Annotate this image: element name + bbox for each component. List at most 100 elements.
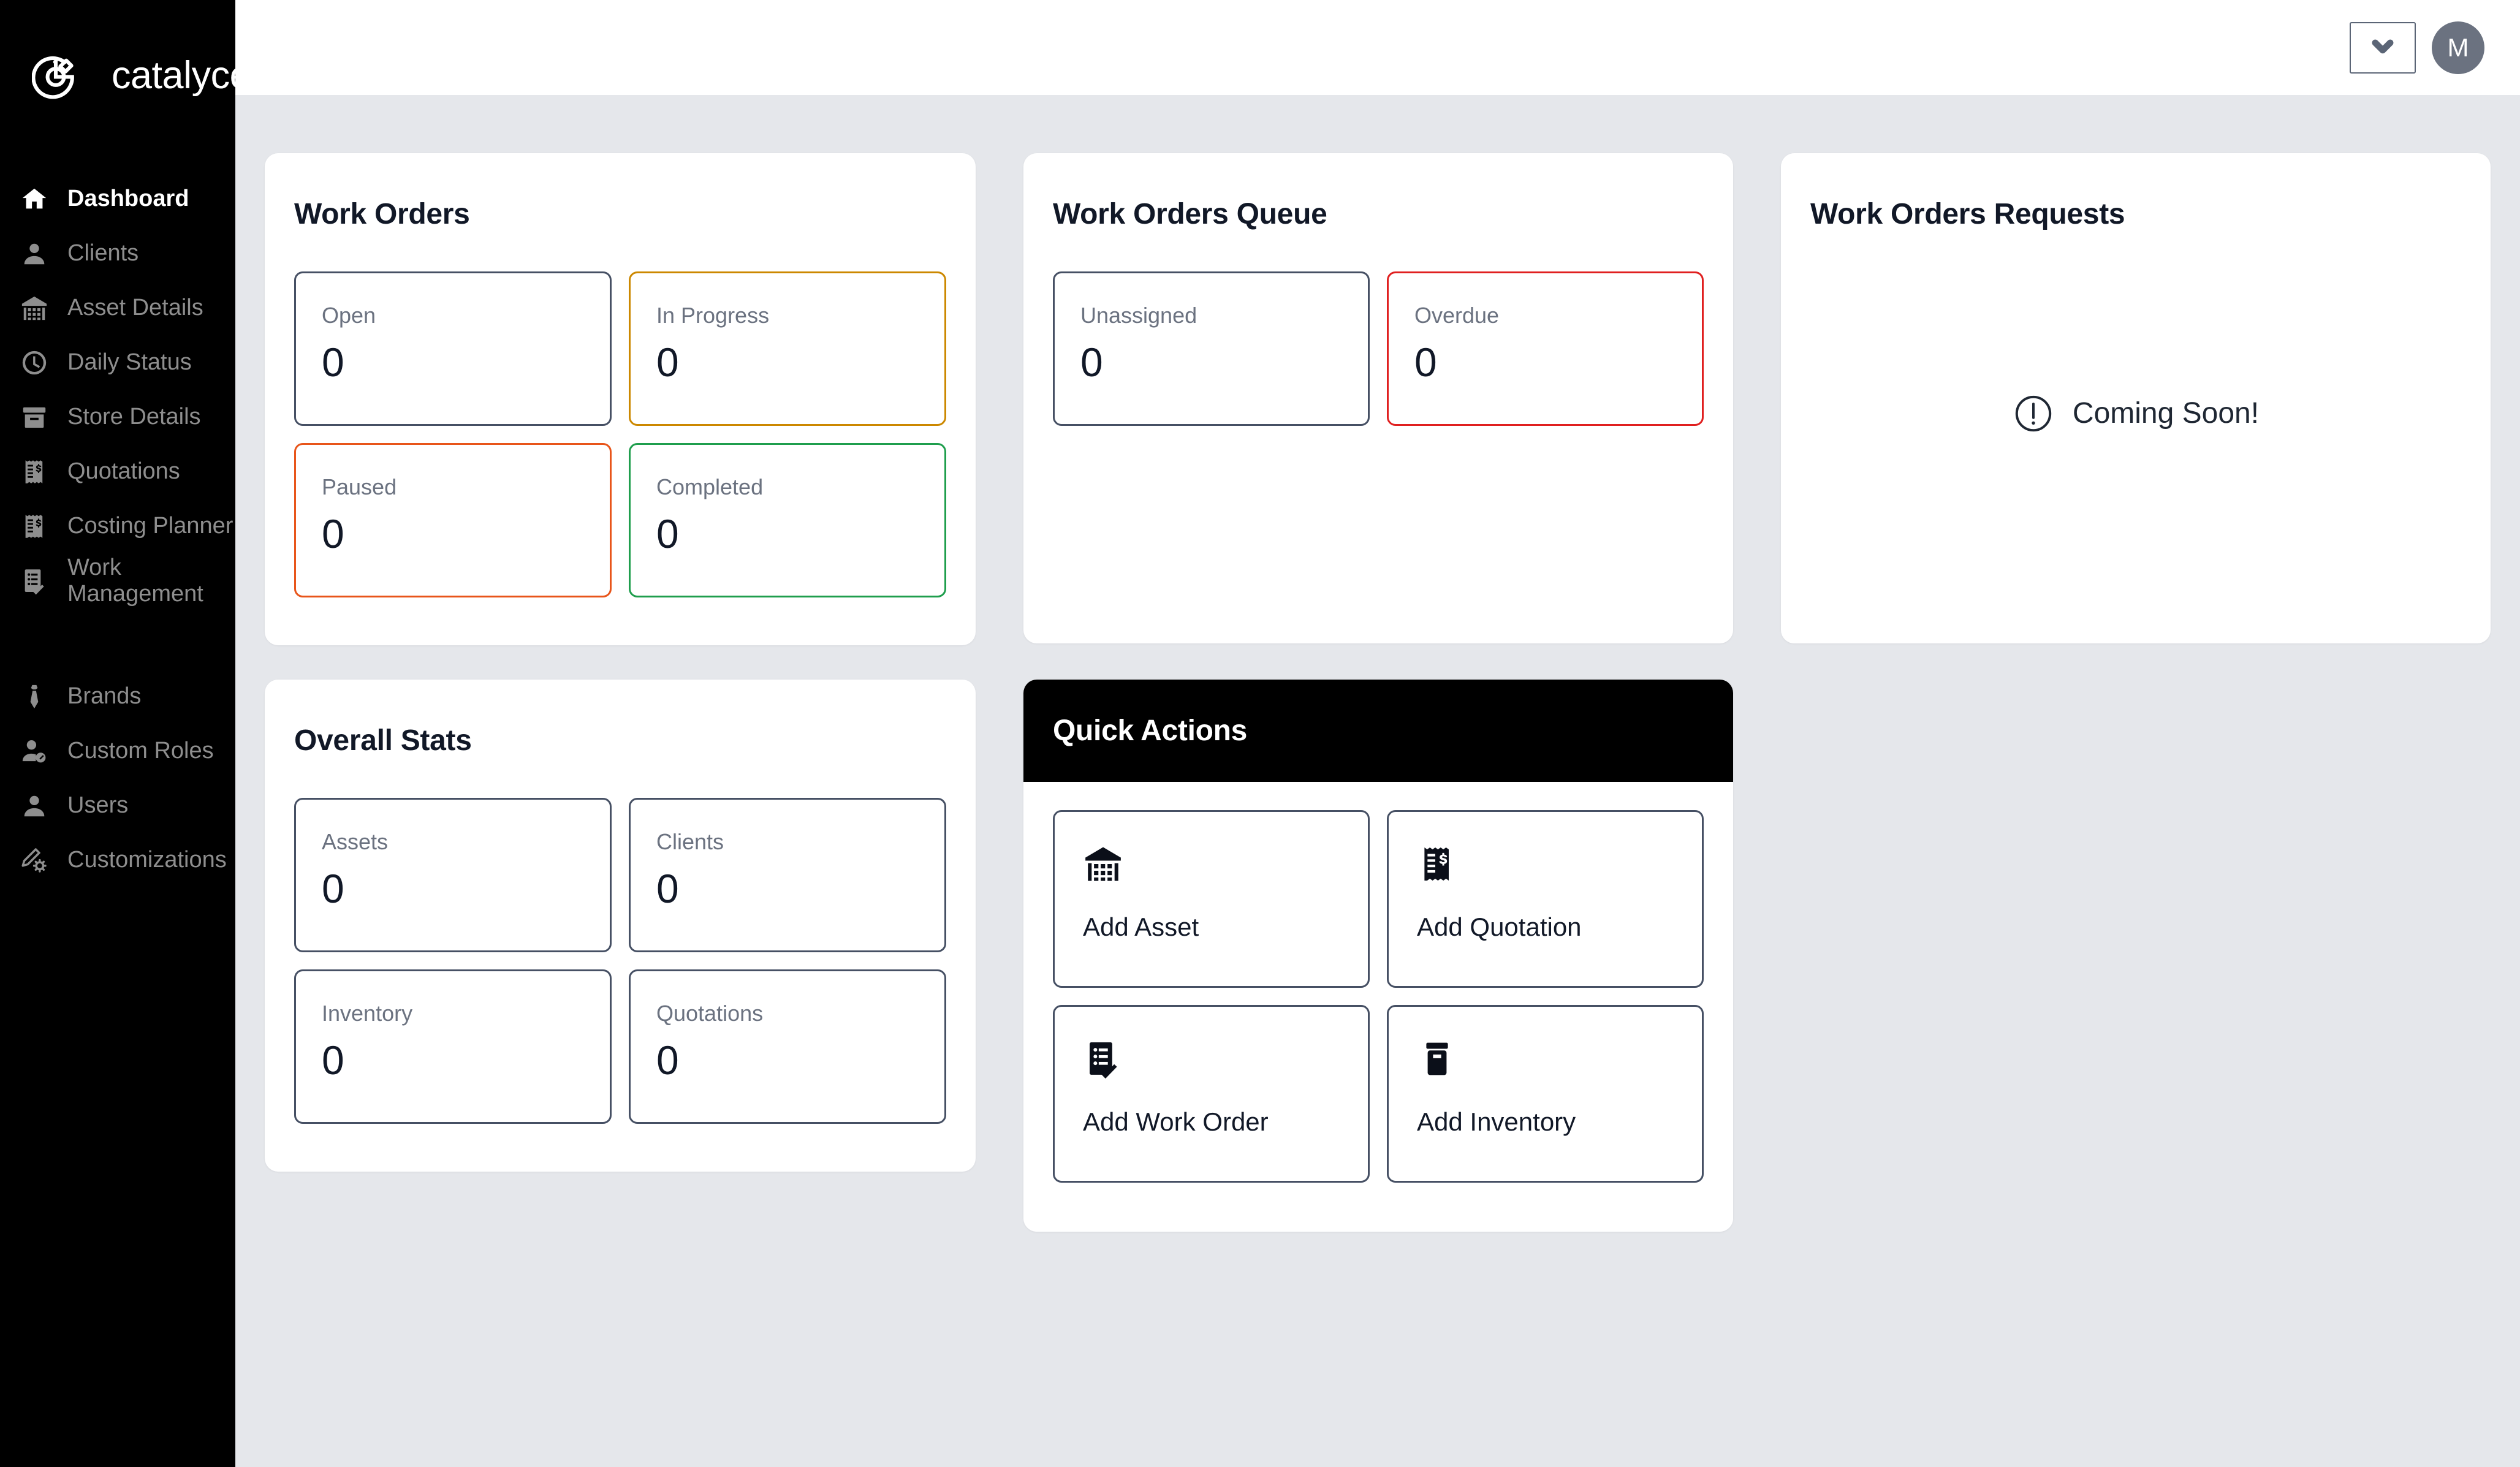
work-orders-tile-open[interactable]: Open 0 bbox=[294, 271, 612, 426]
sidebar-item-label: Work Management bbox=[67, 554, 203, 607]
sidebar-item-asset-details[interactable]: Asset Details bbox=[0, 281, 235, 335]
chevron-down-icon bbox=[2370, 33, 2396, 62]
tile-value: 0 bbox=[322, 339, 344, 385]
stats-tile-inventory[interactable]: Inventory 0 bbox=[294, 969, 612, 1124]
sidebar-item-label: Clients bbox=[67, 240, 139, 266]
sidebar-item-label: Asset Details bbox=[67, 295, 203, 320]
archive-box-icon bbox=[20, 403, 49, 432]
sidebar-item-label: Customizations bbox=[67, 847, 227, 873]
sidebar-item-brands[interactable]: Brands bbox=[0, 669, 235, 724]
sidebar-item-label: Custom Roles bbox=[67, 738, 214, 764]
catalyces-pie-edit-logo-icon bbox=[31, 51, 80, 99]
work-orders-requests-card: Work Orders Requests Coming Soon! bbox=[1781, 153, 2491, 643]
person-icon bbox=[20, 239, 49, 268]
sidebar-item-custom-roles[interactable]: Custom Roles bbox=[0, 724, 235, 778]
quick-action-add-work-order[interactable]: Add Work Order bbox=[1053, 1005, 1370, 1183]
dashboard-row-1: Work Orders Open 0 In Progress 0 Paused bbox=[265, 153, 2491, 645]
coming-soon-placeholder: Coming Soon! bbox=[1810, 231, 2461, 596]
tile-value: 0 bbox=[322, 866, 344, 911]
quick-action-label: Add Inventory bbox=[1417, 1107, 1576, 1136]
tile-label: Open bbox=[322, 303, 376, 328]
stats-tile-assets[interactable]: Assets 0 bbox=[294, 798, 612, 952]
sidebar-item-work-management[interactable]: Work Management bbox=[0, 553, 235, 608]
tile-value: 0 bbox=[1414, 339, 1437, 385]
overall-stats-tiles: Assets 0 Clients 0 Inventory 0 Quotation… bbox=[294, 798, 946, 1124]
stats-tile-clients[interactable]: Clients 0 bbox=[629, 798, 946, 952]
sidebar-item-quotations[interactable]: Quotations bbox=[0, 444, 235, 499]
pencil-gear-icon bbox=[20, 846, 49, 875]
receipt-dollar-icon bbox=[20, 457, 49, 487]
quick-action-add-inventory[interactable]: Add Inventory bbox=[1387, 1005, 1704, 1183]
quick-actions-header: Quick Actions bbox=[1023, 680, 1733, 782]
overall-stats-title: Overall Stats bbox=[294, 724, 472, 757]
sidebar-nav-secondary: Brands Custom Roles Users Customizations bbox=[0, 669, 235, 887]
quick-action-label: Add Work Order bbox=[1083, 1107, 1269, 1136]
brand-logo[interactable]: catalyces bbox=[0, 29, 270, 121]
avatar[interactable]: M bbox=[2432, 21, 2484, 74]
tile-value: 0 bbox=[322, 1037, 344, 1083]
tile-label: Inventory bbox=[322, 1001, 413, 1026]
work-orders-queue-card: Work Orders Queue Unassigned 0 Overdue 0 bbox=[1023, 153, 1733, 643]
inventory-box-icon bbox=[1417, 1039, 1674, 1086]
sidebar-item-store-details[interactable]: Store Details bbox=[0, 390, 235, 444]
sidebar-item-costing-planner[interactable]: Costing Planner bbox=[0, 499, 235, 553]
tile-label: Paused bbox=[322, 474, 397, 499]
sidebar-item-label: Users bbox=[67, 792, 129, 818]
person-icon bbox=[20, 791, 49, 821]
person-edit-icon bbox=[20, 737, 49, 766]
dashboard-row-2: Overall Stats Assets 0 Clients 0 Invento… bbox=[265, 680, 2491, 1232]
queue-tile-overdue[interactable]: Overdue 0 bbox=[1387, 271, 1704, 426]
dashboard-content: Work Orders Open 0 In Progress 0 Paused bbox=[235, 95, 2520, 1467]
sidebar-item-dashboard[interactable]: Dashboard bbox=[0, 172, 235, 226]
tile-label: Assets bbox=[322, 829, 389, 854]
receipt-dollar-icon bbox=[1417, 844, 1674, 892]
work-orders-queue-tiles: Unassigned 0 Overdue 0 bbox=[1053, 271, 1704, 426]
clock-icon bbox=[20, 348, 49, 377]
tile-value: 0 bbox=[656, 1037, 679, 1083]
checklist-check-icon bbox=[1083, 1039, 1340, 1086]
sidebar-item-daily-status[interactable]: Daily Status bbox=[0, 335, 235, 390]
tile-label: Unassigned bbox=[1080, 303, 1197, 328]
exclamation-circle-icon bbox=[2013, 393, 2054, 434]
work-orders-tile-paused[interactable]: Paused 0 bbox=[294, 443, 612, 597]
topbar: M bbox=[235, 0, 2520, 95]
tile-value: 0 bbox=[656, 866, 679, 911]
stats-tile-quotations[interactable]: Quotations 0 bbox=[629, 969, 946, 1124]
sidebar-item-label: Dashboard bbox=[67, 186, 189, 211]
sidebar-nav-primary: Dashboard Clients Asset Details Daily St… bbox=[0, 172, 235, 608]
coming-soon-text: Coming Soon! bbox=[2072, 397, 2260, 430]
work-orders-title: Work Orders bbox=[294, 198, 470, 230]
quick-action-label: Add Asset bbox=[1083, 912, 1199, 941]
quick-action-add-asset[interactable]: Add Asset bbox=[1053, 810, 1370, 988]
quick-actions-card: Quick Actions Add Asset Add Quotation Ad… bbox=[1023, 680, 1733, 1232]
quick-action-add-quotation[interactable]: Add Quotation bbox=[1387, 810, 1704, 988]
quick-actions-grid: Add Asset Add Quotation Add Work Order A… bbox=[1053, 810, 1704, 1183]
tile-label: In Progress bbox=[656, 303, 770, 328]
sidebar-item-label: Brands bbox=[67, 683, 142, 709]
tile-label: Overdue bbox=[1414, 303, 1500, 328]
work-orders-tiles: Open 0 In Progress 0 Paused 0 Completed … bbox=[294, 271, 946, 597]
sidebar-item-users[interactable]: Users bbox=[0, 778, 235, 833]
work-orders-requests-title: Work Orders Requests bbox=[1810, 198, 2125, 230]
main-area: M Work Orders Open 0 In Progress 0 Pause… bbox=[235, 0, 2520, 1467]
sidebar-item-clients[interactable]: Clients bbox=[0, 226, 235, 281]
tile-label: Clients bbox=[656, 829, 724, 854]
tile-value: 0 bbox=[656, 511, 679, 556]
app-root: catalyces Dashboard Clients Asset Detail… bbox=[0, 0, 2520, 1467]
work-orders-tile-completed[interactable]: Completed 0 bbox=[629, 443, 946, 597]
queue-tile-unassigned[interactable]: Unassigned 0 bbox=[1053, 271, 1370, 426]
sidebar: catalyces Dashboard Clients Asset Detail… bbox=[0, 0, 270, 1467]
work-orders-tile-in-progress[interactable]: In Progress 0 bbox=[629, 271, 946, 426]
sidebar-item-customizations[interactable]: Customizations bbox=[0, 833, 235, 887]
work-orders-queue-title: Work Orders Queue bbox=[1053, 198, 1327, 230]
checklist-icon bbox=[20, 566, 49, 596]
receipt-dollar-icon bbox=[20, 512, 49, 541]
topbar-select[interactable] bbox=[2350, 21, 2416, 74]
sidebar-item-label: Costing Planner bbox=[67, 513, 233, 539]
quick-actions-title: Quick Actions bbox=[1053, 715, 1248, 747]
work-orders-card: Work Orders Open 0 In Progress 0 Paused bbox=[265, 153, 976, 645]
home-icon bbox=[20, 184, 49, 214]
tile-value: 0 bbox=[1080, 339, 1103, 385]
sidebar-item-label: Daily Status bbox=[67, 349, 192, 375]
tile-value: 0 bbox=[322, 511, 344, 556]
